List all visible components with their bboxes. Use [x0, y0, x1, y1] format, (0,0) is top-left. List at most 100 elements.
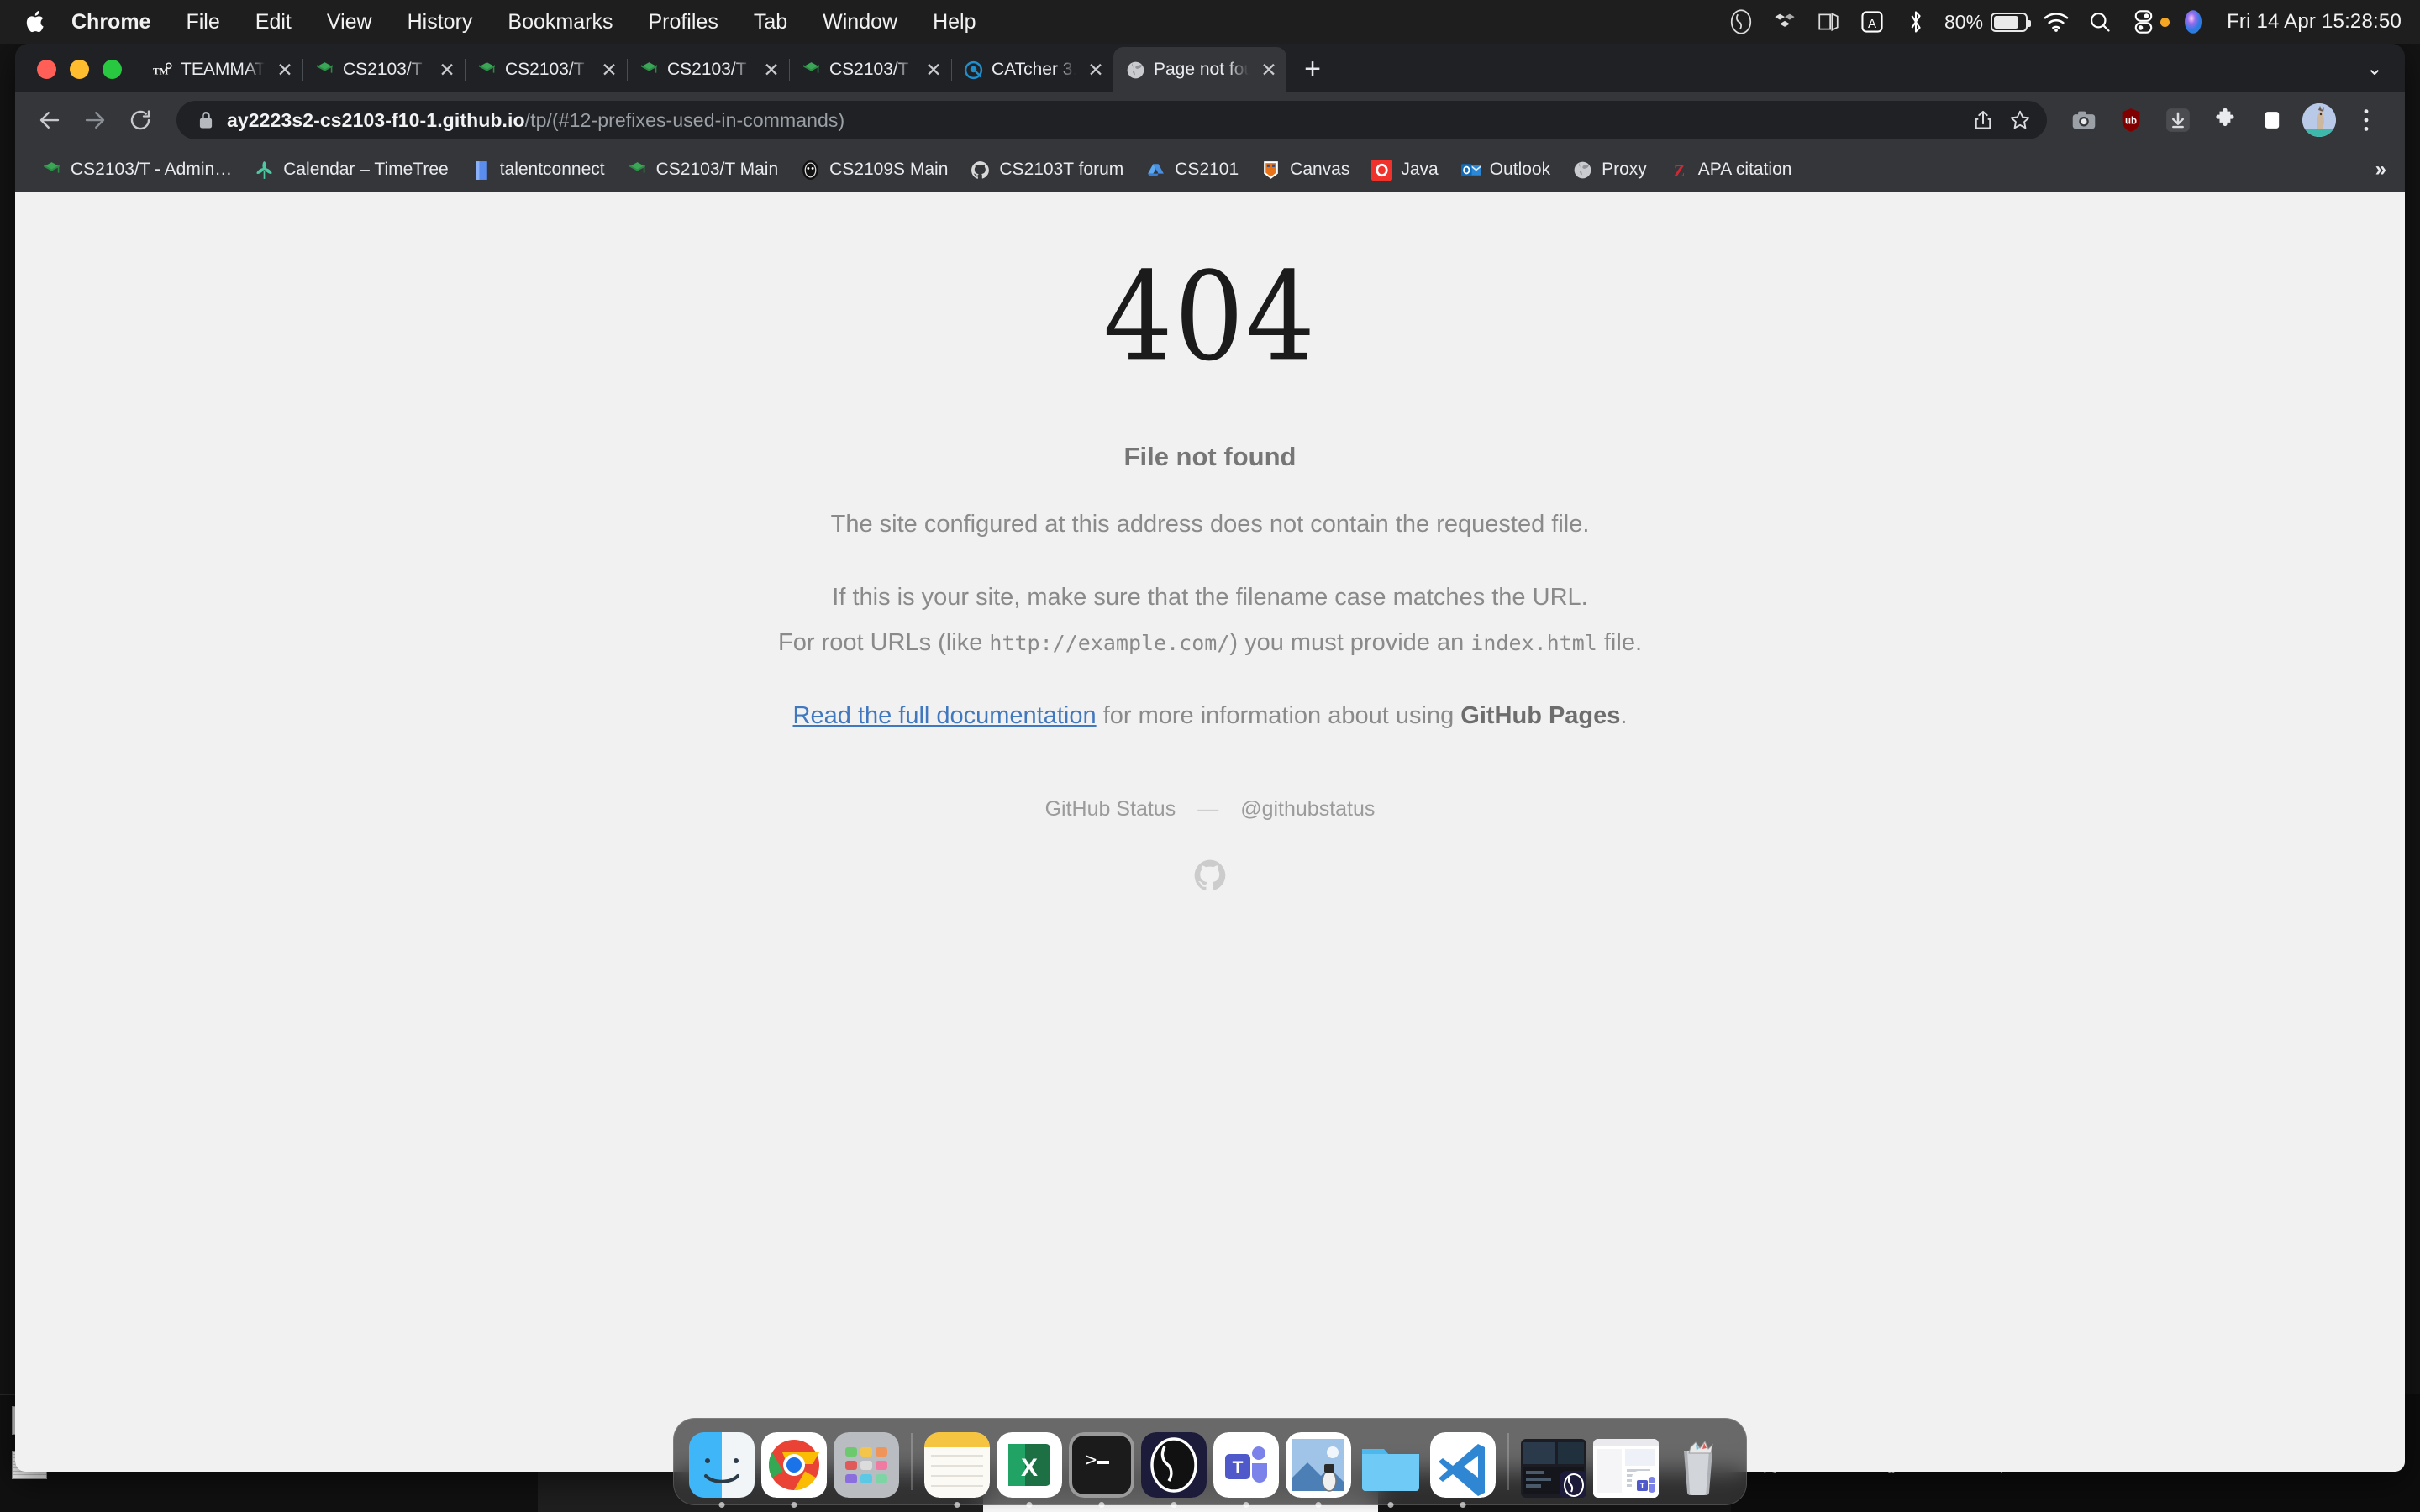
tab-strip: TM TEAMMATES - Onli ✕ CS2103/T - Admin: …: [15, 44, 2405, 92]
macos-menu-bar: Chrome File Edit View History Bookmarks …: [0, 0, 2420, 44]
menu-item-view[interactable]: View: [309, 10, 390, 34]
maximize-window-button[interactable]: [103, 60, 122, 79]
dock-item-obs[interactable]: [1138, 1425, 1210, 1498]
github-status-row: GitHub Status—@githubstatus: [15, 797, 2405, 822]
menu-item-help[interactable]: Help: [915, 10, 993, 34]
avatar[interactable]: [2297, 98, 2341, 142]
browser-tab-cs2103t-admin-2[interactable]: CS2103/T - Admin: ✕: [789, 47, 951, 92]
close-icon[interactable]: ✕: [597, 57, 622, 82]
close-window-button[interactable]: [37, 60, 56, 79]
browser-tab-cs2103t-week6[interactable]: CS2103/T - Week 6 ✕: [465, 47, 627, 92]
recording-indicator-icon: [2160, 18, 2170, 27]
browser-tab-cs2103t-week12[interactable]: CS2103/T - Week 12 ✕: [627, 47, 789, 92]
dock-item-preview[interactable]: [1282, 1425, 1355, 1498]
wifi-icon[interactable]: [2034, 0, 2078, 44]
dock-item-chrome[interactable]: [758, 1425, 830, 1498]
dock-item-minimized-teams-window[interactable]: T: [1590, 1425, 1662, 1498]
bookmark-cs2103t-forum[interactable]: CS2103T forum: [959, 155, 1134, 186]
bookmark-cs2101[interactable]: CS2101: [1134, 155, 1249, 186]
menu-bar-clock[interactable]: Fri 14 Apr 15:28:50: [2215, 10, 2402, 34]
bluetooth-icon[interactable]: [1894, 0, 1938, 44]
lock-icon[interactable]: [197, 109, 215, 131]
github-status-link[interactable]: GitHub Status: [1045, 797, 1176, 821]
tab-search-chevron-down-icon[interactable]: ⌄: [2366, 56, 2383, 81]
menu-item-bookmarks[interactable]: Bookmarks: [490, 10, 630, 34]
bookmark-talentconnect[interactable]: talentconnect: [460, 155, 616, 186]
documentation-line: Read the full documentation for more inf…: [15, 696, 2405, 737]
three-dot-menu-icon[interactable]: [2344, 98, 2388, 142]
download-icon[interactable]: [2156, 98, 2200, 142]
siri-icon[interactable]: [2171, 0, 2215, 44]
close-icon[interactable]: ✕: [434, 57, 460, 82]
new-tab-button[interactable]: +: [1292, 48, 1334, 90]
menu-item-file[interactable]: File: [168, 10, 237, 34]
tab-title: CATcher 3.4.7 - nus: [992, 60, 1076, 80]
address-bar[interactable]: ay2223s2-cs2103-f10-1.github.io/tp/(#12-…: [176, 101, 2047, 139]
browser-tab-cs2103t-admin-1[interactable]: CS2103/T - Admin: ✕: [302, 47, 465, 92]
globe-icon: [1125, 60, 1146, 81]
menu-item-tab[interactable]: Tab: [736, 10, 805, 34]
github-pages-label: GitHub Pages: [1460, 702, 1620, 729]
bookmark-proxy[interactable]: Proxy: [1561, 155, 1658, 186]
menu-item-chrome[interactable]: Chrome: [54, 10, 168, 34]
battery-status[interactable]: 80%: [1938, 11, 2034, 34]
forward-arrow-icon[interactable]: [74, 99, 116, 141]
close-icon[interactable]: ✕: [1083, 57, 1108, 82]
menu-item-profiles[interactable]: Profiles: [630, 10, 735, 34]
menu-bar-app-menus: Chrome File Edit View History Bookmarks …: [25, 9, 993, 34]
side-panel-icon[interactable]: [2250, 98, 2294, 142]
bookmark-java[interactable]: Java: [1360, 155, 1449, 186]
minimize-window-button[interactable]: [70, 60, 89, 79]
close-icon[interactable]: ✕: [272, 57, 297, 82]
spotlight-search-icon[interactable]: [2078, 0, 2122, 44]
dock-item-trash[interactable]: [1662, 1425, 1734, 1498]
apple-icon[interactable]: [25, 9, 47, 34]
star-icon[interactable]: [2002, 102, 2039, 139]
browser-tab-catcher[interactable]: CATcher 3.4.7 - nus ✕: [951, 47, 1113, 92]
url-host: ay2223s2-cs2103-f10-1.github.io: [227, 109, 525, 131]
error-description-line-2: If this is your site, make sure that the…: [15, 577, 2405, 618]
menu-item-window[interactable]: Window: [805, 10, 915, 34]
share-icon[interactable]: [1965, 102, 2002, 139]
ublock-origin-icon[interactable]: ub: [2109, 98, 2153, 142]
screenshot-camera-icon[interactable]: [2062, 98, 2106, 142]
puzzle-extensions-icon[interactable]: [2203, 98, 2247, 142]
bookmark-cs2103t-main[interactable]: CS2103/T Main: [616, 155, 790, 186]
obs-icon[interactable]: [1719, 0, 1763, 44]
bookmark-calendar-timetree[interactable]: Calendar – TimeTree: [243, 155, 459, 186]
dock-item-folder[interactable]: [1355, 1425, 1427, 1498]
close-icon[interactable]: ✕: [921, 57, 946, 82]
close-icon[interactable]: ✕: [1256, 57, 1281, 82]
bookmark-outlook[interactable]: Outlook: [1449, 155, 1561, 186]
bookmarks-overflow-button[interactable]: »: [2375, 158, 2386, 181]
back-arrow-icon[interactable]: [29, 99, 71, 141]
close-icon[interactable]: ✕: [759, 57, 784, 82]
menu-item-history[interactable]: History: [390, 10, 491, 34]
keyboard-input-icon[interactable]: A: [1850, 0, 1894, 44]
dropbox-icon[interactable]: [1763, 0, 1807, 44]
bookmark-cs2103t-admin[interactable]: CS2103/T - Admin…: [30, 155, 243, 186]
browser-tab-teammates[interactable]: TM TEAMMATES - Onli ✕: [140, 47, 302, 92]
documentation-link[interactable]: Read the full documentation: [793, 702, 1097, 729]
bookmark-canvas[interactable]: Canvas: [1249, 155, 1360, 186]
dock-item-excel[interactable]: X: [993, 1425, 1065, 1498]
github-status-handle[interactable]: @githubstatus: [1240, 797, 1375, 821]
dock-item-notes[interactable]: [921, 1425, 993, 1498]
dock-item-teams[interactable]: T: [1210, 1425, 1282, 1498]
dock-item-launchpad[interactable]: [830, 1425, 902, 1498]
control-center-icon[interactable]: [2122, 0, 2165, 44]
dock-item-finder[interactable]: [686, 1425, 758, 1498]
bookmark-cs2109s-main[interactable]: CS2109S Main: [789, 155, 959, 186]
browser-tab-page-not-found[interactable]: Page not found · Git ✕: [1113, 47, 1286, 92]
nus-mod-icon: [476, 60, 497, 81]
url-text[interactable]: ay2223s2-cs2103-f10-1.github.io/tp/(#12-…: [227, 109, 1965, 132]
bookmark-apa-citation[interactable]: Z APA citation: [1658, 155, 1803, 186]
dock-separator: [911, 1433, 913, 1490]
menu-item-edit[interactable]: Edit: [238, 10, 309, 34]
teams-badge-icon: T: [1632, 1471, 1659, 1498]
dock-item-vscode[interactable]: [1427, 1425, 1499, 1498]
reload-icon[interactable]: [119, 99, 161, 141]
dock-item-minimized-obs-window[interactable]: [1518, 1425, 1590, 1498]
dock-item-terminal[interactable]: >: [1065, 1425, 1138, 1498]
screen-mirroring-icon[interactable]: [1807, 0, 1850, 44]
